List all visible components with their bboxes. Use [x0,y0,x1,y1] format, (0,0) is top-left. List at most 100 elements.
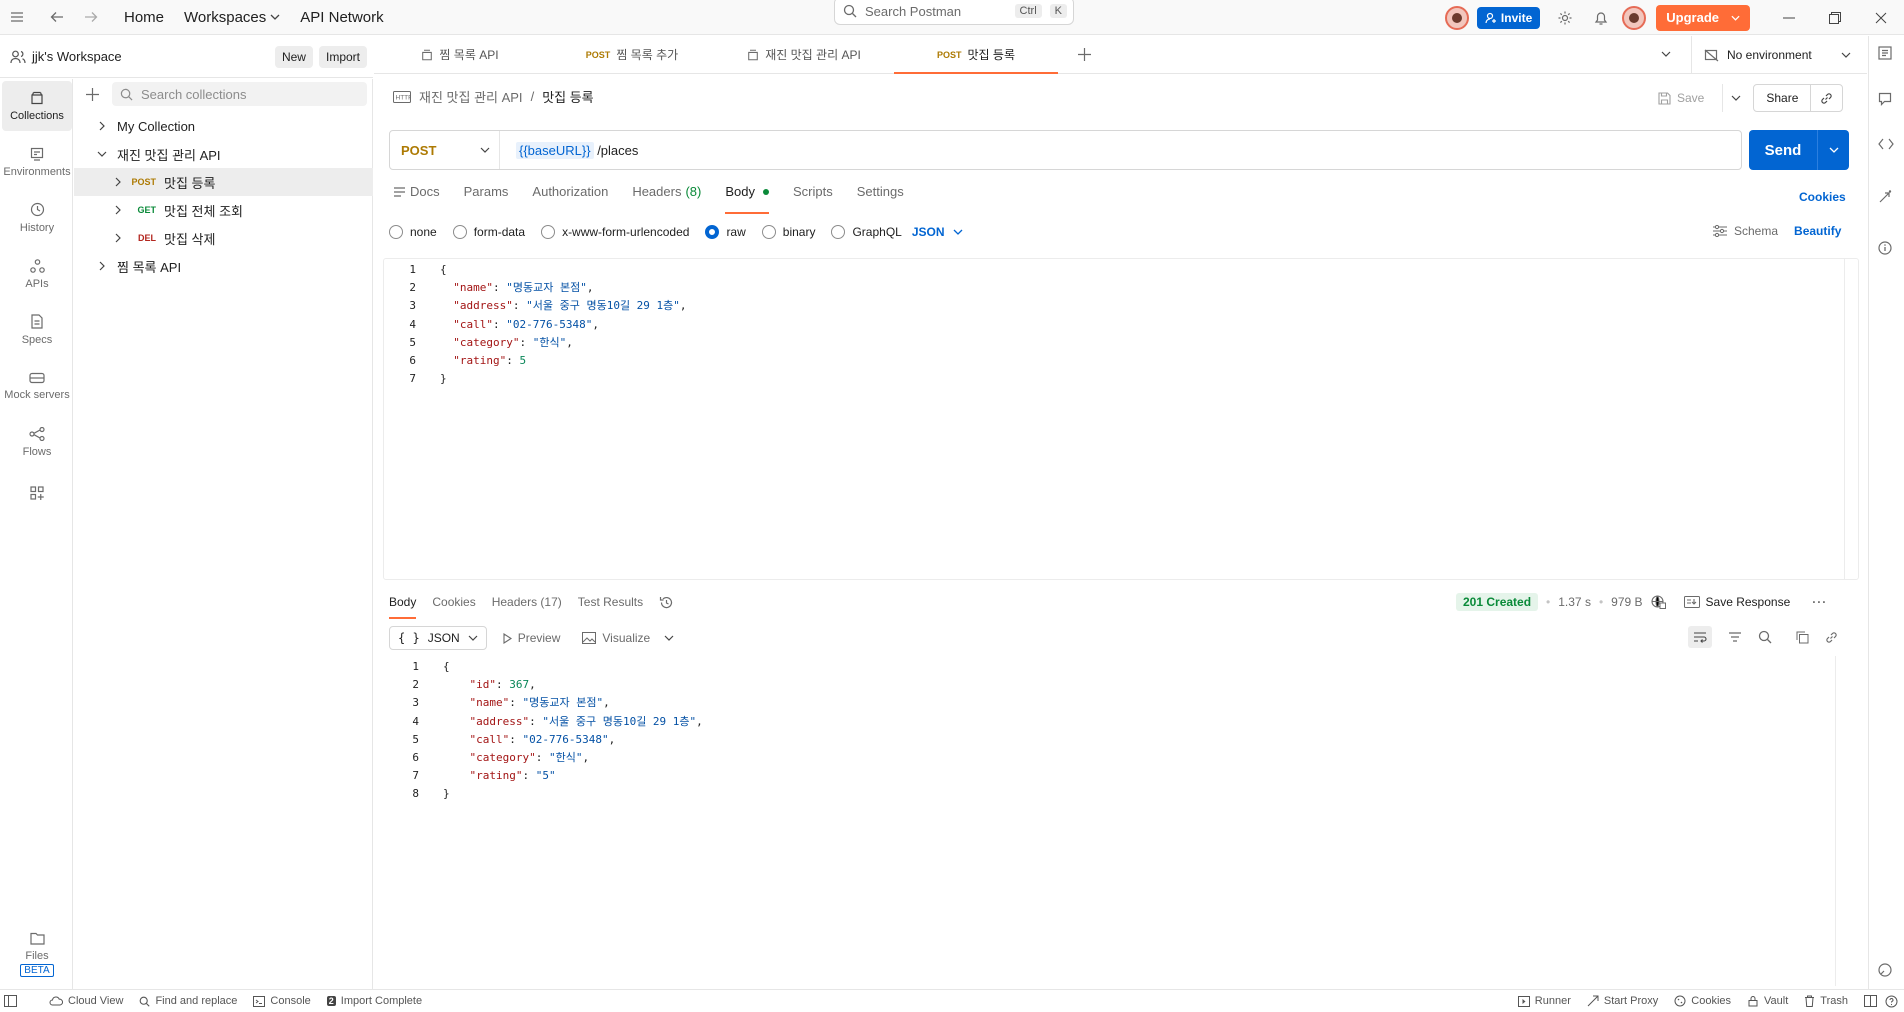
visualize-button[interactable]: Visualize [576,626,680,650]
radio-urlencoded[interactable] [541,225,556,239]
add-collection-icon[interactable] [86,88,99,101]
response-tab-headers[interactable]: Headers (17) [492,591,562,613]
radio-raw[interactable] [705,225,720,239]
body-type-graphql[interactable]: GraphQL [831,225,902,239]
share-button[interactable]: Share [1753,84,1844,112]
vault-button[interactable]: Vault [1747,995,1788,1007]
tree-item-my-collection[interactable]: My Collection [74,112,373,140]
response-time[interactable]: 1.37 s [1558,595,1591,609]
cookies-link[interactable]: Cookies [1799,190,1846,204]
save-response-button[interactable]: Save Response [1683,595,1790,609]
import-button[interactable]: Import [318,45,367,68]
help-circle-icon[interactable] [1885,995,1898,1008]
home-link[interactable]: Home [114,9,174,26]
beautify-button[interactable]: Beautify [1794,224,1841,238]
send-options-chevron-icon[interactable] [1817,130,1849,170]
code-icon[interactable] [1878,138,1894,150]
global-search[interactable]: Search Postman Ctrl K [834,0,1074,25]
body-type-urlencoded[interactable]: x-www-form-urlencoded [541,225,689,239]
tab-wishlist-api[interactable]: 찜 목록 API [374,36,546,74]
wrap-lines-icon[interactable] [1688,626,1712,648]
tree-item-wishlist-collection[interactable]: 찜 목록 API [74,252,373,280]
workspaces-menu[interactable]: Workspaces [174,9,290,26]
close-window-button[interactable] [1858,0,1904,35]
tab-headers[interactable]: Headers (8) [632,184,701,210]
tree-item-delete[interactable]: DEL 맛집 삭제 [74,224,373,252]
invite-button[interactable]: Invite [1476,6,1541,29]
tree-item-get-all[interactable]: GET 맛집 전체 조회 [74,196,373,224]
api-network-link[interactable]: API Network [290,9,393,26]
tab-restaurant-api[interactable]: 재진 맛집 관리 API [718,36,890,74]
tab-authorization[interactable]: Authorization [532,184,608,210]
send-button[interactable]: Send [1749,130,1849,170]
response-history-icon[interactable] [659,591,674,613]
user-avatar[interactable] [1622,5,1647,30]
editor-scrollbar[interactable] [1844,259,1858,579]
tab-settings[interactable]: Settings [857,184,904,210]
radio-none[interactable] [389,225,403,239]
breadcrumb-current[interactable]: 맛집 등록 [542,87,593,106]
save-button[interactable]: Save [1658,91,1704,105]
console-button[interactable]: Console [253,995,311,1007]
more-options-icon[interactable]: ··· [1812,595,1827,609]
nav-collections[interactable]: Collections [2,81,72,131]
nav-add-apps[interactable] [2,473,72,513]
runner-button[interactable]: Runner [1517,995,1571,1007]
menu-icon[interactable] [2,2,32,32]
radio-binary[interactable] [761,225,776,239]
search-icon[interactable] [1758,630,1772,644]
forward-arrow-icon[interactable] [76,2,106,32]
body-type-form-data[interactable]: form-data [452,225,525,239]
nav-flows[interactable]: Flows [2,417,72,467]
save-options-chevron-icon[interactable] [1722,84,1741,112]
filter-icon[interactable] [1728,631,1742,643]
cloud-view-button[interactable]: Cloud View [49,995,123,1007]
tab-register-restaurant[interactable]: POST 맛집 등록 [890,36,1062,74]
new-button[interactable]: New [274,45,313,68]
copy-icon[interactable] [1796,631,1809,644]
tab-add-wishlist[interactable]: POST 찜 목록 추가 [546,36,718,74]
nav-history[interactable]: History [2,193,72,243]
body-type-binary[interactable]: binary [761,225,815,239]
toggle-sidebar-icon[interactable] [4,995,17,1007]
response-tab-body[interactable]: Body [389,591,417,619]
comments-icon[interactable] [1878,92,1892,106]
tab-scripts[interactable]: Scripts [793,184,833,210]
upgrade-button[interactable]: Upgrade [1656,4,1750,31]
trash-button[interactable]: Trash [1804,995,1848,1007]
nav-environments[interactable]: Environments [2,137,72,187]
info-icon[interactable] [1878,241,1892,255]
copy-link-icon[interactable] [1810,85,1842,111]
preview-button[interactable]: Preview [497,626,567,650]
method-select[interactable]: POST [390,131,500,169]
status-badge[interactable]: 201 Created [1456,593,1539,611]
notifications-bell-icon[interactable] [1586,3,1616,33]
layout-toggle-icon[interactable] [1864,995,1877,1007]
radio-form-data[interactable] [452,225,467,239]
link-icon[interactable] [1825,631,1838,644]
response-scrollbar[interactable] [1835,656,1849,986]
import-complete-status[interactable]: 2 Import Complete [326,995,422,1007]
tree-item-collection-restaurants[interactable]: 재진 맛집 관리 API [74,140,373,168]
restore-window-button[interactable] [1812,0,1858,35]
start-proxy-button[interactable]: Start Proxy [1587,995,1658,1007]
body-type-none[interactable]: none [389,225,437,239]
response-body-viewer[interactable]: 1 {2 "id": 367, 3 "name": "명동교자 본점", 4 "add… [383,656,1859,986]
help-icon[interactable] [1878,963,1892,977]
tab-params[interactable]: Params [464,184,509,210]
raw-format-select[interactable]: JSON [912,225,963,239]
new-tab-plus-icon[interactable] [1078,48,1091,61]
response-tab-test-results[interactable]: Test Results [578,591,643,613]
find-replace-button[interactable]: Find and replace [139,995,237,1007]
tab-body[interactable]: Body [725,184,769,214]
minimize-window-button[interactable] [1766,0,1812,35]
environment-selector[interactable]: No environment [1691,36,1851,74]
back-arrow-icon[interactable] [42,2,72,32]
collections-search-input[interactable]: Search collections [112,82,367,106]
tabs-overflow-chevron-icon[interactable] [1661,51,1671,57]
nav-apis[interactable]: APIs [2,249,72,299]
radio-graphql[interactable] [831,225,846,239]
settings-gear-icon[interactable] [1550,3,1580,33]
request-body-editor[interactable]: 1 {2 "name": "명동교자 본점", 3 "address": "서울 중… [383,258,1859,580]
schema-button[interactable]: Schema [1712,224,1778,238]
